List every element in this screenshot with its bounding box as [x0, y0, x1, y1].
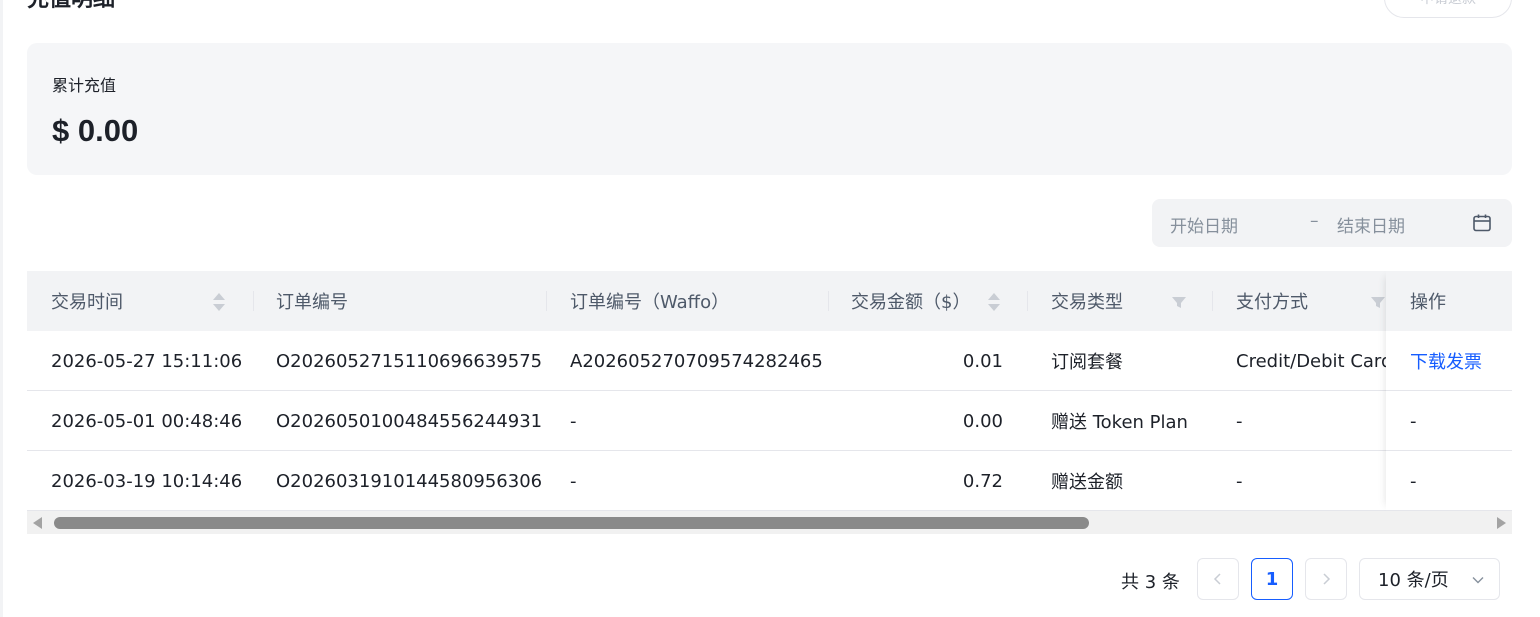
download-invoice-link[interactable]: 下载发票: [1410, 331, 1482, 391]
col-header-time[interactable]: 交易时间: [51, 271, 123, 331]
cell-time: 2026-03-19 10:14:46: [51, 470, 243, 492]
total-count: 共 3 条: [1121, 572, 1180, 593]
cell-order-id: O2026050100484556244931: [276, 410, 543, 432]
summary-label: 累计充值: [52, 76, 117, 95]
cell-waffo-id: -: [570, 410, 577, 432]
cell-order-id: O2026052715110696639575: [276, 350, 543, 372]
summary-value: $ 0.00: [52, 113, 139, 148]
table-row: 2026-03-19 10:14:46 O2026031910144580956…: [27, 451, 1512, 511]
page-title: 充值明细: [27, 0, 115, 14]
col-header-order-id: 订单编号: [276, 292, 348, 313]
transactions-table: 交易时间 订单编号 订单编号（Waffo） 交易金额（$） 交易类型 支付方式 …: [27, 271, 1512, 534]
col-header-type: 交易类型: [1051, 292, 1123, 313]
table-header: 交易时间 订单编号 订单编号（Waffo） 交易金额（$） 交易类型 支付方式 …: [27, 271, 1512, 331]
cell-time: 2026-05-01 00:48:46: [51, 410, 243, 432]
chevron-right-icon: [1323, 573, 1331, 585]
column-divider: [1027, 291, 1028, 311]
col-header-waffo-id: 订单编号（Waffo）: [570, 292, 730, 313]
table-row: 2026-05-27 15:11:06 O2026052715110696639…: [27, 331, 1512, 391]
calendar-icon[interactable]: [1472, 213, 1492, 233]
col-header-amount[interactable]: 交易金额（$）: [851, 271, 970, 331]
sort-icon[interactable]: [986, 291, 1002, 313]
col-header-payment: 支付方式: [1236, 292, 1308, 313]
start-date-input[interactable]: 开始日期: [1170, 212, 1238, 237]
col-header-actions: 操作: [1410, 292, 1446, 313]
prev-page-button[interactable]: [1197, 558, 1239, 600]
cell-amount: 0.72: [962, 470, 1003, 492]
date-range-picker[interactable]: 开始日期 – 结束日期: [1152, 199, 1512, 247]
page-button-current[interactable]: 1: [1251, 558, 1293, 600]
next-page-button[interactable]: [1305, 558, 1347, 600]
column-divider: [253, 291, 254, 311]
cell-amount: 0.01: [962, 350, 1003, 372]
end-date-input[interactable]: 结束日期: [1337, 212, 1405, 237]
horizontal-scrollbar[interactable]: [27, 511, 1512, 534]
chevron-down-icon: [1472, 577, 1484, 584]
page-size-select[interactable]: 10 条/页: [1359, 558, 1500, 600]
column-divider: [828, 291, 829, 311]
cell-time: 2026-05-27 15:11:06: [51, 350, 243, 372]
left-edge: [0, 0, 3, 617]
cell-type: 订阅套餐: [1051, 352, 1123, 373]
cell-action: -: [1410, 470, 1417, 492]
filter-icon[interactable]: [1370, 291, 1386, 313]
recharge-summary-card: 累计充值 $ 0.00: [27, 43, 1512, 175]
cell-waffo-id: -: [570, 470, 577, 492]
cell-payment: -: [1236, 410, 1243, 432]
cell-action: -: [1410, 410, 1417, 432]
scroll-right-arrow[interactable]: [1497, 517, 1506, 529]
scroll-left-arrow[interactable]: [33, 517, 42, 529]
cell-waffo-id: A202605270709574282465: [570, 350, 823, 372]
sort-icon[interactable]: [211, 291, 227, 313]
chevron-left-icon: [1213, 573, 1221, 585]
cell-order-id: O2026031910144580956306: [276, 470, 543, 492]
table-row: 2026-05-01 00:48:46 O2026050100484556244…: [27, 391, 1512, 451]
filter-icon[interactable]: [1171, 291, 1187, 313]
cell-type: 赠送 Token Plan: [1051, 412, 1188, 433]
page-size-label: 10 条/页: [1378, 570, 1449, 591]
cell-type: 赠送金额: [1051, 472, 1123, 493]
scrollbar-thumb[interactable]: [54, 517, 1089, 529]
cell-amount: 0.00: [962, 410, 1003, 432]
date-separator: –: [1310, 211, 1319, 231]
cell-payment: Credit/Debit Card: [1236, 350, 1386, 372]
column-divider: [1212, 291, 1213, 311]
column-divider: [546, 291, 547, 311]
cell-payment: -: [1236, 470, 1243, 492]
refund-button[interactable]: 申请退款: [1384, 0, 1512, 18]
